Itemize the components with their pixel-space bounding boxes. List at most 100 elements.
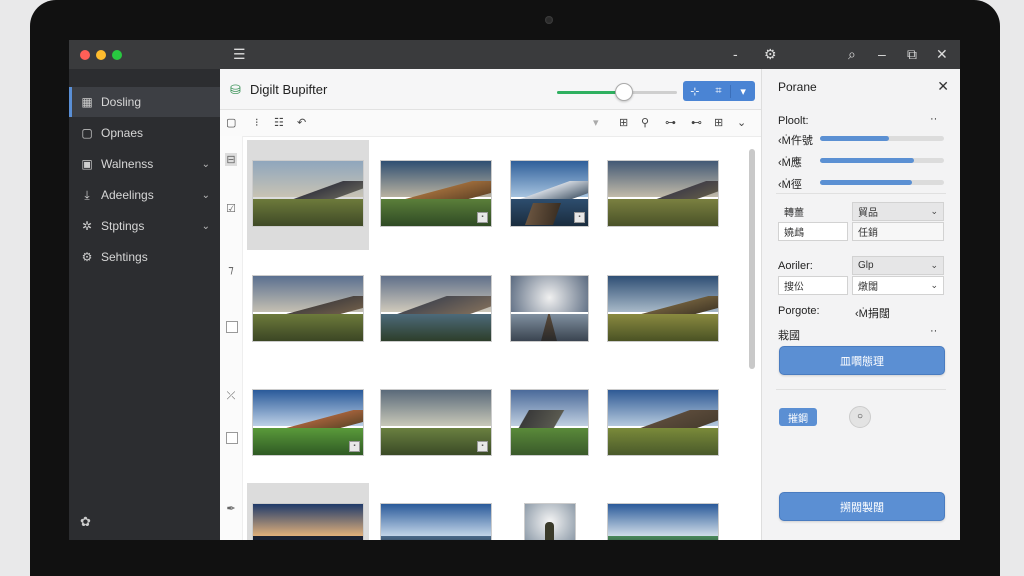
photo-thumbnail[interactable] — [607, 160, 719, 227]
photo-thumbnail[interactable]: ▪ — [252, 389, 364, 456]
photo-thumbnail[interactable]: ▪ — [380, 160, 492, 227]
panel-title: Porane — [778, 80, 817, 94]
menu-icon[interactable]: ☰ — [233, 46, 246, 62]
photo-thumbnail[interactable] — [607, 275, 719, 342]
category-select[interactable]: 貿品 ⌄ — [852, 202, 944, 221]
more-icon[interactable]: ·· — [930, 113, 937, 125]
search-icon[interactable]: ⌕ — [848, 46, 856, 62]
sidebar-item-label: Stptings — [101, 219, 145, 233]
sidebar-item-walnenss[interactable]: ▣ Walnenss ⌄ — [69, 149, 220, 179]
close-window-button[interactable] — [80, 50, 90, 60]
minimize-icon[interactable]: – — [878, 46, 886, 62]
settings-footer-icon[interactable]: ✿ — [80, 514, 91, 530]
chevron-down-icon[interactable]: ▾ — [593, 116, 599, 129]
row-gutter: ⊟ ☑ ⁊ ⤫ ✒ — [220, 136, 243, 540]
aoriler-input[interactable]: 搜伀 — [778, 276, 848, 295]
photo-thumbnail[interactable] — [510, 275, 589, 342]
photo-thumbnail[interactable] — [252, 275, 364, 342]
sidebar-item-adeelings[interactable]: ⤓ Adeelings ⌄ — [69, 180, 220, 210]
view-mode-button[interactable]: ⊹ ⌗ ▾ — [683, 81, 755, 101]
chevron-down-icon[interactable]: ⌄ — [202, 190, 210, 201]
thumbnail-badge-icon: ▪ — [574, 212, 585, 223]
row-flag-icon[interactable]: ⊟ — [225, 153, 237, 166]
chevron-down-icon[interactable]: ⌄ — [202, 159, 210, 170]
reject-icon[interactable]: ⤫ — [225, 390, 237, 403]
field-label-text: 轉薑 — [784, 208, 804, 219]
slider-3[interactable] — [820, 180, 944, 185]
minimize-dash-icon[interactable]: - — [733, 46, 738, 62]
zoom-slider-knob[interactable] — [615, 83, 633, 101]
properties-panel: Porane ✕ Ploolt: ·· ‹Ṁ仵號 ‹Ṁ應 ‹Ṁ徑 轉薑 貿品 ⌄ … — [761, 69, 960, 540]
secondary-action-button[interactable]: 搠閥製闊 — [779, 492, 945, 521]
photo-thumbnail[interactable] — [252, 503, 364, 540]
list-icon[interactable]: ⁝ — [255, 116, 259, 129]
grid-icon: ▦ — [81, 95, 93, 109]
text-input-1[interactable]: 嬈䳄 — [778, 222, 848, 241]
text-input-2-value: 任銷 — [858, 228, 878, 239]
photo-thumbnail[interactable] — [524, 503, 576, 540]
chevron-down-icon[interactable]: ⌄ — [202, 221, 210, 232]
doc-icon: ▢ — [81, 126, 93, 140]
row-checkbox[interactable] — [226, 432, 238, 444]
checkbox-checked-icon[interactable]: ☑ — [225, 202, 237, 215]
close-icon[interactable]: ✕ — [937, 78, 949, 95]
photo-grid: ▪ ▪ ▪ ▪ — [242, 136, 750, 540]
photo-thumbnail[interactable]: ▪ — [380, 389, 492, 456]
slider-3-fill — [820, 180, 912, 185]
zoom-slider[interactable] — [557, 83, 677, 101]
sidebar: ▦ Dosling ▢ Opnaes ▣ Walnenss ⌄ ⤓ Adeeli… — [69, 69, 220, 540]
minimize-window-button[interactable] — [96, 50, 106, 60]
restore-icon[interactable]: ⧉ — [907, 46, 917, 62]
row-checkbox[interactable] — [226, 321, 238, 333]
zoom-window-button[interactable] — [112, 50, 122, 60]
sidebar-item-dosling[interactable]: ▦ Dosling — [69, 87, 220, 117]
help-circle-icon[interactable]: ○ — [849, 406, 871, 428]
close-icon[interactable]: ✕ — [936, 46, 948, 62]
layout-icon[interactable]: ⊞ — [714, 116, 723, 129]
pointer-icon: ⊹ — [690, 85, 700, 98]
sidebar-item-opnaes[interactable]: ▢ Opnaes — [69, 118, 220, 148]
adjust-icon[interactable]: ⊶ — [665, 116, 676, 129]
primary-action-button[interactable]: 皿嚪態理 — [779, 346, 945, 375]
filter-icon[interactable]: ⊞ — [619, 116, 628, 129]
photo-thumbnail[interactable] — [510, 389, 589, 456]
secondary-toolbar: ▢ ⁝ ☷ ↶ ▾ ⊞ ⚲ ⊶ ⊷ ⊞ ⌄ — [220, 110, 761, 137]
aoriler-select[interactable]: Glp ⌄ — [852, 256, 944, 275]
primary-action-label: 皿嚪態理 — [840, 355, 884, 368]
slider-2[interactable] — [820, 158, 944, 163]
gear-icon[interactable]: ⚙ — [764, 46, 777, 62]
rating-icon[interactable]: ⁊ — [225, 263, 237, 276]
photo-thumbnail[interactable] — [607, 503, 719, 540]
photo-thumbnail[interactable] — [607, 389, 719, 456]
aoriler-input-value: 搜伀 — [784, 282, 804, 293]
undo-icon[interactable]: ↶ — [297, 116, 306, 129]
pen-icon[interactable]: ✒ — [225, 502, 237, 515]
slider-1[interactable] — [820, 136, 944, 141]
chevron-down-icon[interactable]: ⌄ — [737, 116, 746, 129]
page-title: Digilt Bupifter — [250, 82, 328, 97]
app-logo-icon: ⛁ — [230, 82, 241, 97]
category-select-value: 貿品 — [858, 208, 878, 219]
text-input-2[interactable]: 任銷 — [852, 222, 944, 241]
slider-label: ‹Ṁ徑 — [778, 179, 802, 191]
thumbnail-badge-icon: ▪ — [349, 441, 360, 452]
small-action-button[interactable]: 摧鋼 — [779, 408, 817, 426]
aoriler-select-2-value: 燉闊 — [858, 282, 878, 293]
slider-2-fill — [820, 158, 915, 163]
aoriler-select-2[interactable]: 燉闊 ⌄ — [852, 276, 944, 295]
photo-thumbnail[interactable]: ▪ — [510, 160, 589, 227]
sidebar-item-stptings[interactable]: ✲ Stptings ⌄ — [69, 211, 220, 241]
pin-icon[interactable]: ⚲ — [641, 116, 649, 129]
photo-thumbnail[interactable] — [380, 275, 492, 342]
sort-icon[interactable]: ☷ — [274, 116, 284, 129]
grid-scrollbar[interactable] — [749, 139, 755, 539]
settings-cog-icon: ✲ — [81, 219, 93, 233]
scrollbar-thumb[interactable] — [749, 149, 755, 369]
sidebar-item-sehtings[interactable]: ⚙ Sehtings — [69, 242, 220, 272]
more-icon[interactable]: ·· — [930, 325, 937, 337]
download-icon: ⤓ — [84, 187, 90, 202]
photo-thumbnail[interactable] — [252, 160, 364, 227]
photo-thumbnail[interactable] — [380, 503, 492, 540]
tag-icon[interactable]: ⊷ — [691, 116, 702, 129]
select-all-icon[interactable]: ▢ — [226, 116, 236, 129]
